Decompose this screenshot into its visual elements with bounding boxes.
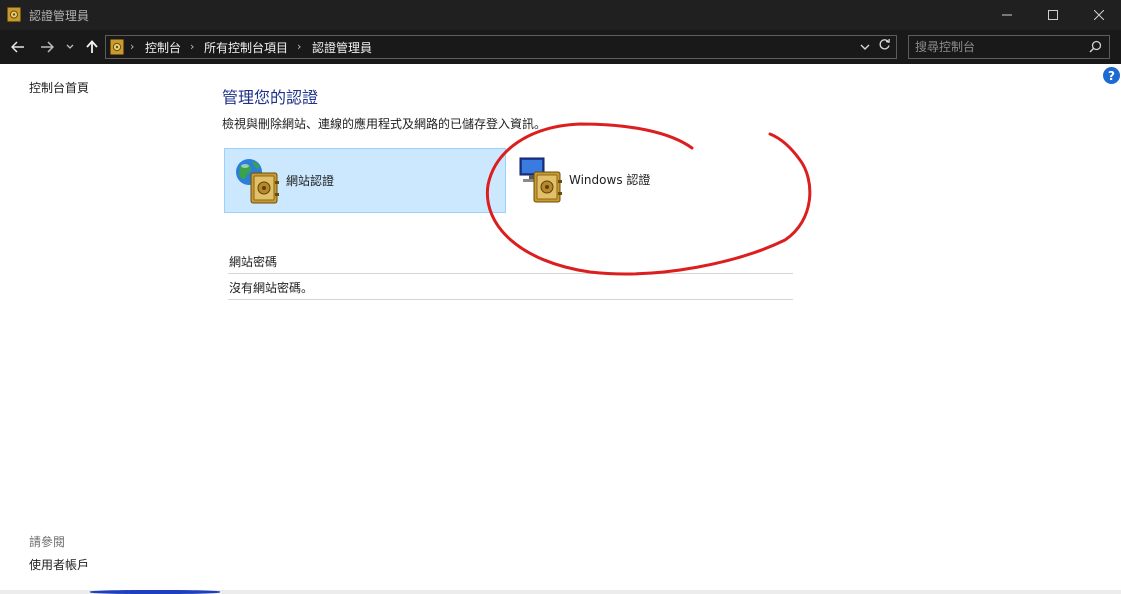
- up-button[interactable]: [80, 36, 104, 58]
- help-icon[interactable]: ?: [1103, 67, 1120, 84]
- maximize-button[interactable]: [1030, 0, 1076, 30]
- breadcrumb-separator-icon: ›: [297, 40, 302, 53]
- arrow-right-icon: [41, 41, 54, 53]
- windows-credentials-label: Windows 認證: [569, 173, 651, 187]
- computer-vault-icon: [519, 157, 562, 203]
- see-also-heading: 請參閱: [29, 535, 66, 549]
- breadcrumb-control-panel[interactable]: 控制台: [145, 39, 181, 56]
- address-dropdown-button[interactable]: [860, 40, 870, 54]
- page-title: 管理您的認證: [222, 88, 319, 107]
- minimize-icon: [1002, 14, 1012, 16]
- search-input[interactable]: [915, 38, 1085, 56]
- credential-manager-app-icon: [7, 7, 21, 22]
- navigation-bar: › 控制台 › 所有控制台項目 › 認證管理員: [0, 30, 1121, 64]
- control-panel-home-link[interactable]: 控制台首頁: [29, 79, 89, 96]
- close-button[interactable]: [1076, 0, 1121, 30]
- search-icon[interactable]: [1089, 40, 1102, 53]
- refresh-icon: [879, 38, 890, 50]
- no-web-passwords-message: 沒有網站密碼。: [229, 281, 314, 295]
- recent-locations-button[interactable]: [62, 36, 78, 58]
- web-passwords-section-header: 網站密碼: [228, 248, 793, 274]
- web-credentials-label: 網站認證: [286, 174, 335, 188]
- chevron-down-icon: [66, 44, 74, 49]
- windows-credentials-tile[interactable]: Windows 認證: [508, 148, 790, 213]
- page-description: 檢視與刪除網站、連線的應用程式及網路的已儲存登入資訊。: [222, 117, 547, 131]
- close-icon: [1094, 10, 1104, 20]
- maximize-icon: [1048, 10, 1058, 20]
- minimize-button[interactable]: [984, 0, 1030, 30]
- breadcrumb-separator-icon: ›: [130, 40, 135, 53]
- breadcrumb-separator-icon: ›: [190, 40, 195, 53]
- breadcrumb-credential-manager[interactable]: 認證管理員: [312, 39, 372, 56]
- taskbar-fragment: [90, 590, 220, 594]
- globe-vault-icon: [236, 159, 279, 204]
- taskbar-edge: [0, 590, 1121, 594]
- arrow-up-icon: [86, 40, 98, 53]
- arrow-left-icon: [11, 41, 24, 53]
- user-accounts-link[interactable]: 使用者帳戶: [29, 556, 89, 573]
- breadcrumb-all-items[interactable]: 所有控制台項目: [204, 39, 288, 56]
- list-item: 沒有網站密碼。: [228, 274, 793, 300]
- back-button[interactable]: [6, 36, 30, 58]
- search-box[interactable]: [908, 35, 1110, 59]
- web-passwords-heading: 網站密碼: [229, 255, 278, 269]
- address-bar[interactable]: › 控制台 › 所有控制台項目 › 認證管理員: [105, 35, 897, 59]
- window-title: 認證管理員: [29, 9, 90, 23]
- title-bar: 認證管理員: [0, 0, 1121, 30]
- web-credentials-tile[interactable]: 網站認證: [224, 148, 506, 213]
- refresh-button[interactable]: [878, 38, 891, 54]
- forward-button[interactable]: [35, 36, 59, 58]
- chevron-down-icon: [860, 44, 870, 50]
- credential-manager-location-icon: [110, 39, 124, 55]
